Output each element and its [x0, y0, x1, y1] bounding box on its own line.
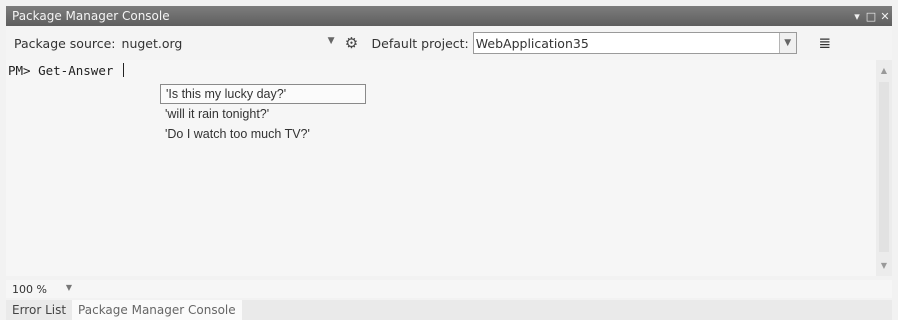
tab-error-list[interactable]: Error List [6, 303, 72, 317]
text-caret [122, 63, 124, 77]
title-bar: Package Manager Console ▾ □ ✕ [6, 6, 892, 26]
scroll-up-icon[interactable]: ▲ [876, 66, 892, 75]
intellisense-popup: 'Is this my lucky day?' 'will it rain to… [160, 84, 370, 144]
default-project-value: WebApplication35 [475, 35, 589, 51]
package-source-select[interactable]: nuget.org ▼ [120, 32, 338, 54]
chevron-down-icon[interactable]: ▼ [66, 283, 72, 296]
vertical-scrollbar[interactable]: ▲ ▼ [876, 60, 892, 276]
suggestion-item[interactable]: 'will it rain tonight?' [160, 104, 370, 124]
window-title: Package Manager Console [12, 9, 170, 23]
console-command[interactable]: Get-Answer [38, 63, 113, 78]
command-line[interactable]: PM> Get-Answer [8, 63, 876, 78]
zoom-value: 100 % [12, 282, 47, 296]
gear-icon[interactable]: ⚙ [342, 34, 362, 52]
clear-console-icon[interactable]: ≣ [817, 34, 833, 52]
scrollbar-track[interactable] [879, 82, 889, 252]
chevron-down-icon[interactable]: ▼ [328, 36, 335, 46]
suggestion-item[interactable]: 'Do I watch too much TV?' [160, 124, 370, 144]
window-menu-dropdown-icon[interactable]: ▾ [850, 10, 864, 23]
default-project-label: Default project: [371, 35, 469, 51]
zoom-select[interactable]: 100 % ▼ [6, 283, 76, 296]
console-output[interactable]: PM> Get-Answer [6, 60, 876, 276]
default-project-select[interactable]: WebApplication35 ▼ [472, 32, 797, 54]
scroll-down-icon[interactable]: ▼ [876, 261, 892, 270]
console-prompt: PM> [8, 63, 31, 78]
chevron-down-icon[interactable]: ▼ [778, 33, 796, 53]
tool-window-tabs: Error List Package Manager Console [6, 300, 892, 320]
close-icon[interactable]: ✕ [878, 10, 892, 23]
status-bar: 100 % ▼ [6, 280, 892, 298]
maximize-icon[interactable]: □ [864, 10, 878, 23]
tab-package-manager-console[interactable]: Package Manager Console [72, 300, 242, 320]
console-toolbar: Package source: nuget.org ▼ ⚙ Default pr… [6, 26, 892, 60]
package-source-label: Package source: [14, 35, 116, 51]
package-source-value: nuget.org [121, 35, 183, 51]
suggestion-item[interactable]: 'Is this my lucky day?' [160, 84, 366, 104]
